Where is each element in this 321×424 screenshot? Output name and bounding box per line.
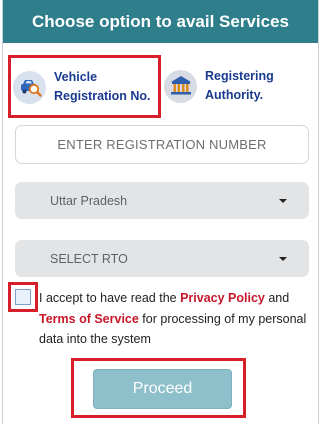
rto-select[interactable]: SELECT RTO xyxy=(15,240,309,277)
option-registering-authority[interactable]: Registering Authority. xyxy=(164,60,314,112)
proceed-button[interactable]: Proceed xyxy=(93,369,232,409)
option-authority-label-line2: Authority. xyxy=(205,88,264,102)
rto-select-value: SELECT RTO xyxy=(50,251,128,266)
registration-number-input[interactable]: ENTER REGISTRATION NUMBER xyxy=(15,125,309,164)
state-select-value: Uttar Pradesh xyxy=(50,193,128,208)
terms-of-service-link[interactable]: Terms of Service xyxy=(39,312,139,326)
header-title: Choose option to avail Services xyxy=(3,0,318,43)
chevron-down-icon xyxy=(279,199,287,203)
consent-text-before: I accept to have read the xyxy=(39,291,181,305)
government-building-icon xyxy=(164,69,197,103)
consent-text: I accept to have read the Privacy Policy… xyxy=(39,288,311,350)
state-select[interactable]: Uttar Pradesh xyxy=(15,182,309,219)
highlight-box-vehicle-option xyxy=(8,55,161,118)
option-authority-label-line1: Registering xyxy=(205,69,274,83)
consent-checkbox[interactable] xyxy=(15,289,31,305)
privacy-policy-link[interactable]: Privacy Policy xyxy=(180,291,265,305)
consent-text-middle: and xyxy=(264,291,290,305)
services-card: Choose option to avail Services Vehicle … xyxy=(2,0,319,424)
chevron-down-icon xyxy=(279,257,287,261)
